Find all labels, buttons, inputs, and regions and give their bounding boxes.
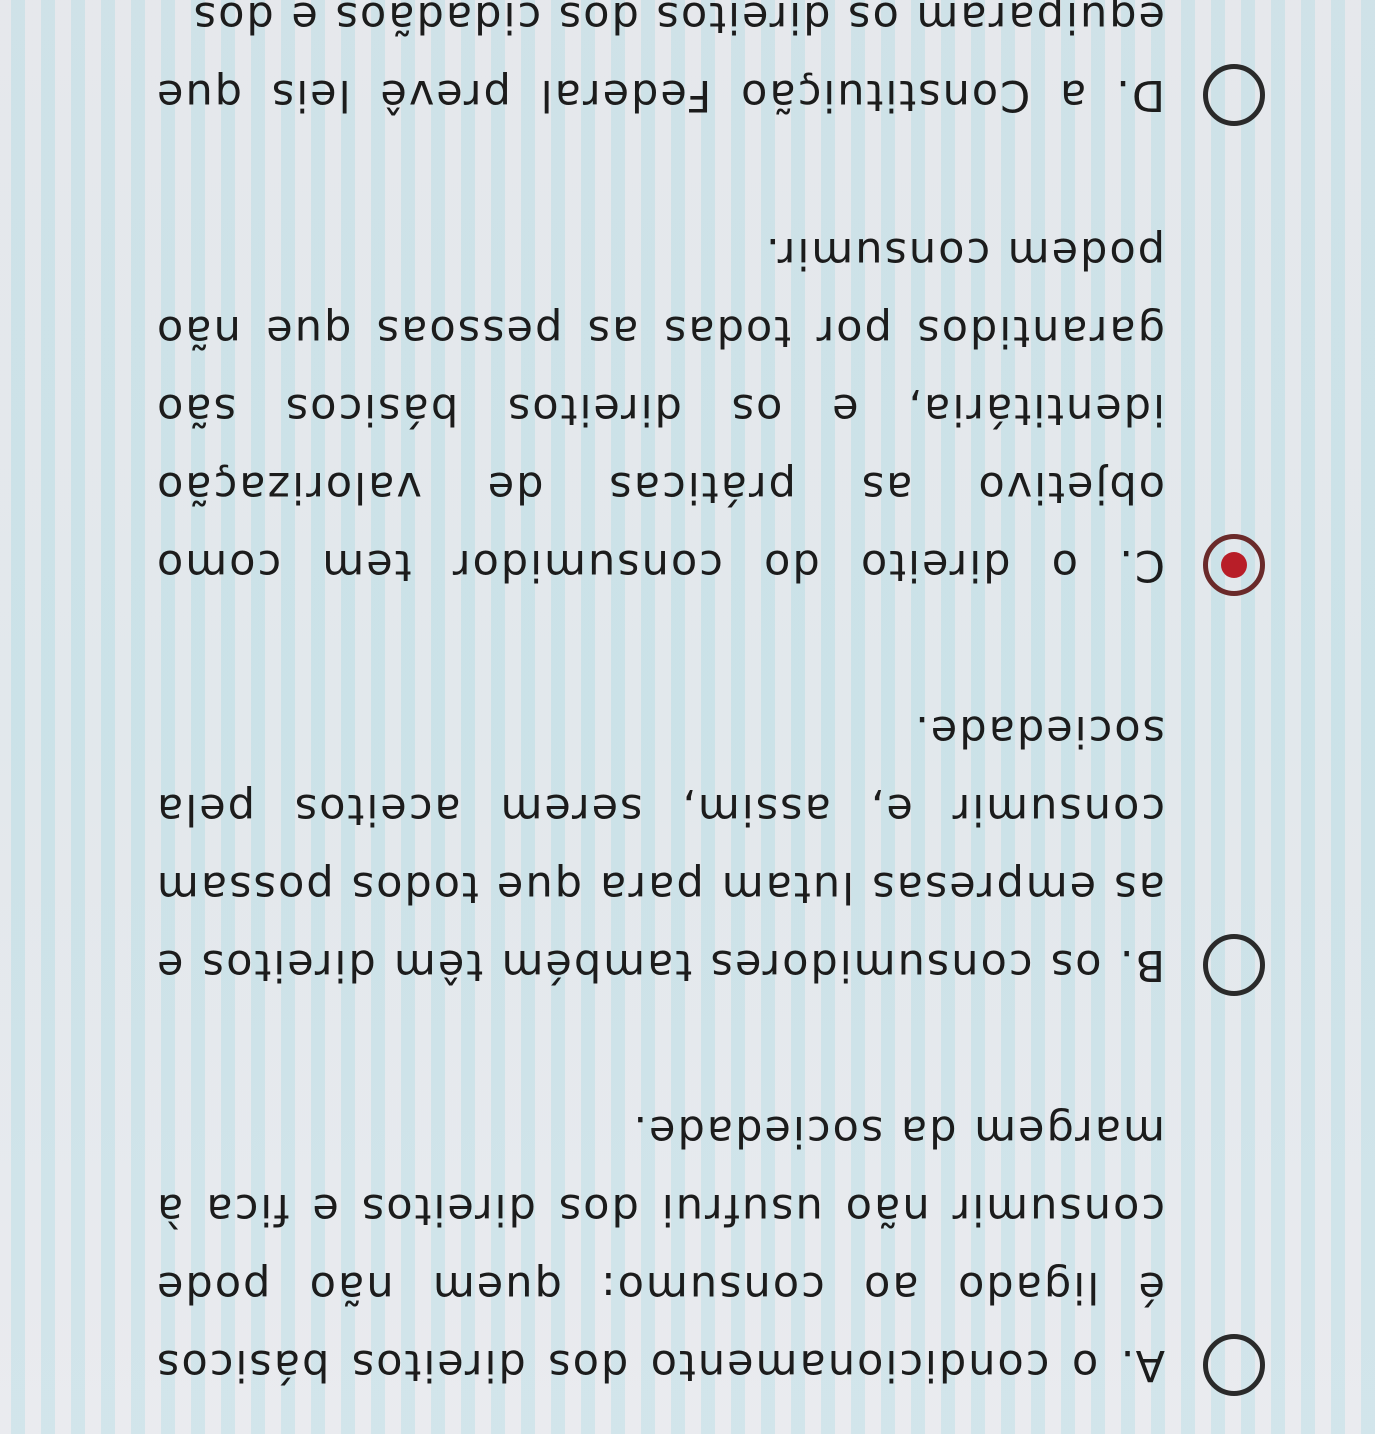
quiz-screen: A. o condicionamento dos direitos básico…	[0, 0, 1375, 1434]
answer-option-a[interactable]: A. o condicionamento dos direitos básico…	[45, 1092, 1265, 1404]
answer-option-b-label[interactable]: B. os consumidores também têm direitos e…	[155, 692, 1165, 1004]
answer-option-c-label[interactable]: C. o direito do consumidor tem como obje…	[155, 214, 1165, 604]
answer-option-a-label[interactable]: A. o condicionamento dos direitos básico…	[155, 1092, 1165, 1404]
radio-button-checked-icon[interactable]	[1203, 534, 1265, 596]
radio-selected-dot	[1221, 552, 1247, 578]
radio-button-unchecked-icon[interactable]	[1203, 1334, 1265, 1396]
answer-option-c[interactable]: C. o direito do consumidor tem como obje…	[45, 214, 1265, 604]
answer-option-d-label[interactable]: D. a Constituição Federal prevê leis que…	[155, 0, 1165, 134]
radio-button-unchecked-icon[interactable]	[1203, 64, 1265, 126]
radio-button-unchecked-icon[interactable]	[1203, 934, 1265, 996]
answer-option-b[interactable]: B. os consumidores também têm direitos e…	[45, 692, 1265, 1004]
answer-option-d[interactable]: D. a Constituição Federal prevê leis que…	[45, 0, 1265, 134]
